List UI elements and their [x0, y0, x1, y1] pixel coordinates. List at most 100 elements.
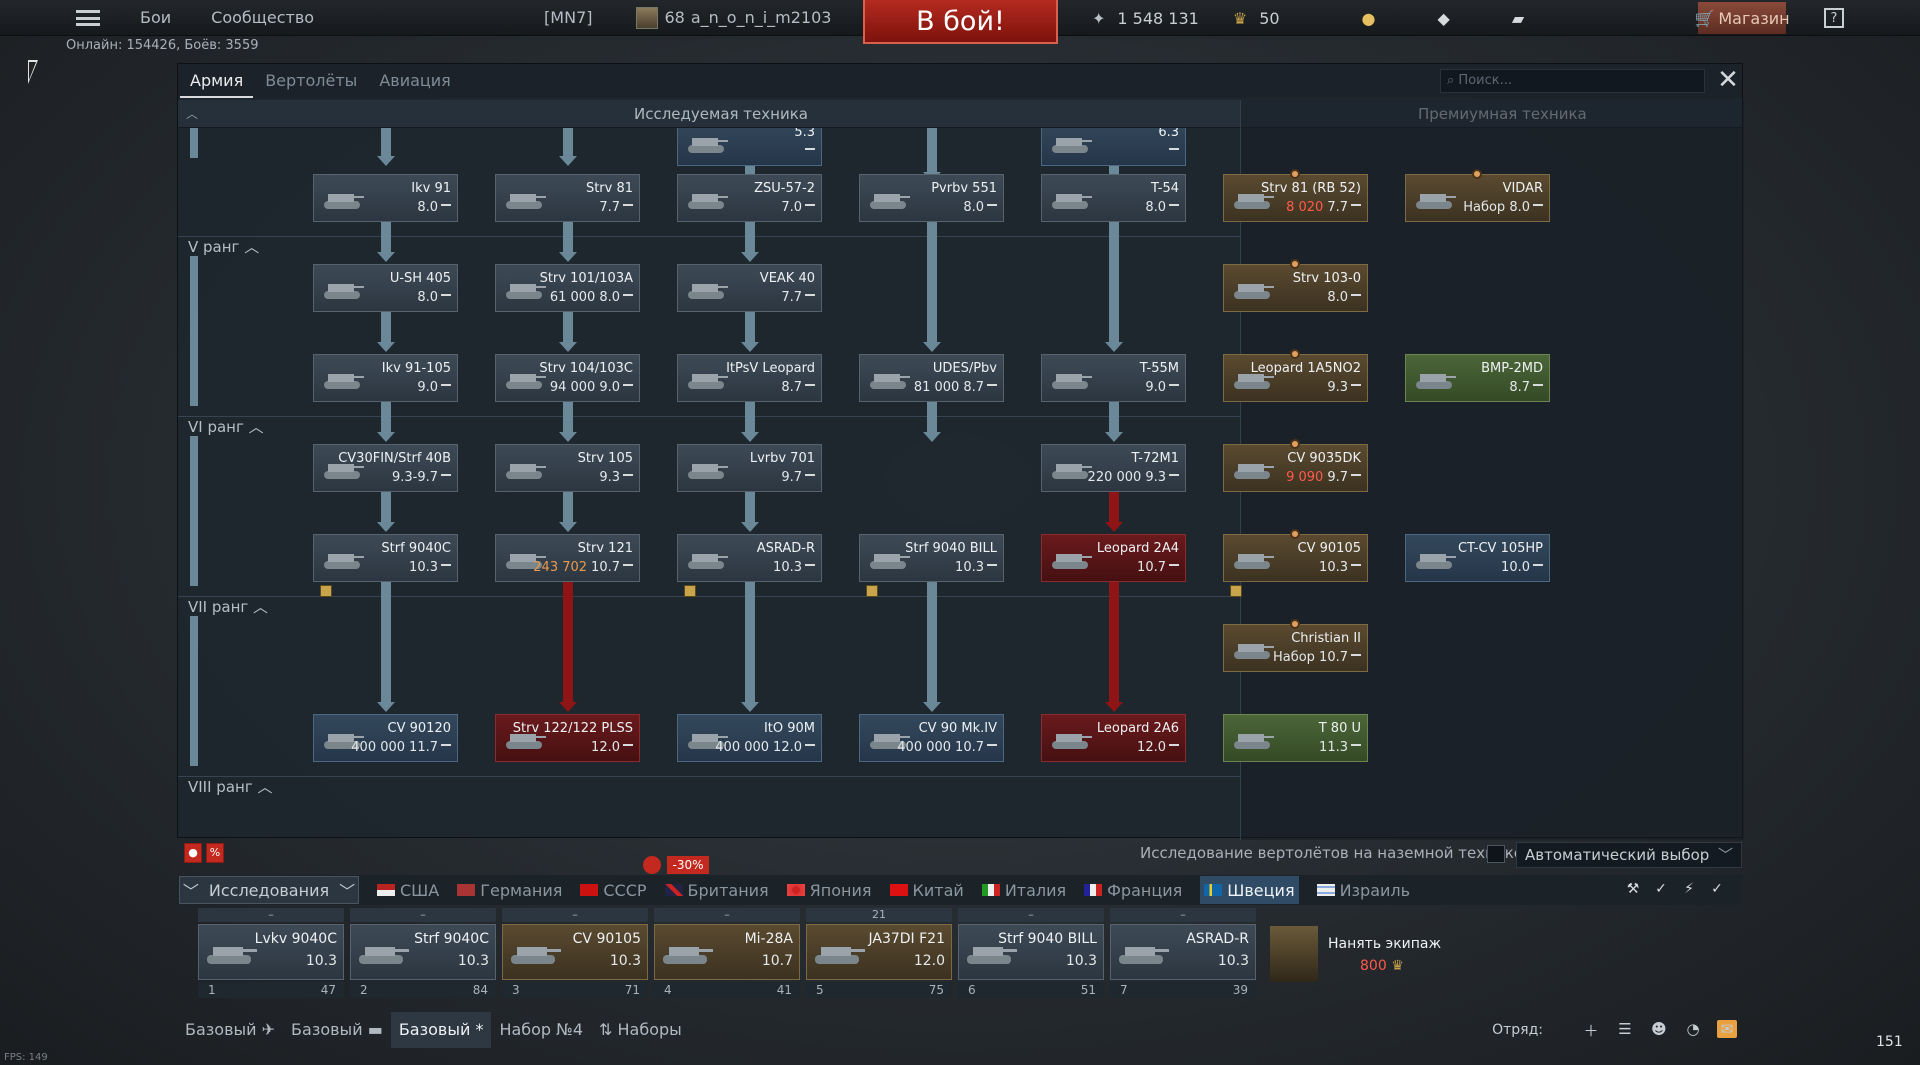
vehicle-card[interactable]: T-54 8.0 — [1041, 174, 1186, 222]
contacts-icon[interactable]: ☻ — [1649, 1020, 1669, 1038]
search-input[interactable]: ⌕ Поиск... — [1440, 69, 1705, 93]
vehicle-card[interactable]: VEAK 40 7.7 — [677, 264, 822, 312]
slot-vehicle[interactable]: Strf 9040C 10.3 — [350, 924, 496, 980]
vehicle-card[interactable]: Strv 81 (RB 52) 8 020 7.7 — [1223, 169, 1368, 222]
vehicle-card[interactable]: Strv 104/103C 94 000 9.0 — [495, 354, 640, 402]
repair-all-icon[interactable]: ⚡ — [1679, 881, 1699, 899]
presets-menu[interactable]: ⇅ Наборы — [591, 1012, 690, 1048]
slot-vehicle[interactable]: Strf 9040 BILL 10.3 — [958, 924, 1104, 980]
vehicle-card[interactable]: Lvrbv 701 9.7 — [677, 444, 822, 492]
vehicle-card[interactable]: Strv 105 9.3 — [495, 444, 640, 492]
check-icon[interactable]: ✓ — [1651, 881, 1671, 899]
vehicle-card[interactable]: T-72M1 220 000 9.3 — [1041, 444, 1186, 492]
list-icon[interactable]: ☰ — [1615, 1020, 1635, 1038]
wrench-icon[interactable]: ⚒ — [1623, 881, 1643, 899]
heli-research-checkbox[interactable] — [1487, 845, 1505, 863]
chat-icon[interactable]: ◔ — [1683, 1020, 1703, 1038]
preset-basic-active[interactable]: Базовый * — [390, 1012, 492, 1048]
vehicle-card[interactable]: CV 90 Mk.IV 400 000 10.7 — [859, 714, 1004, 762]
vehicle-card[interactable]: Ikv 91-105 9.0 — [313, 354, 458, 402]
check-icon[interactable]: ✓ — [1707, 881, 1727, 899]
vehicle-card[interactable]: ZSU-57-2 7.0 — [677, 174, 822, 222]
vehicle-card[interactable]: T 80 U 11.3 — [1223, 714, 1368, 762]
crew-slot[interactable]: – Strf 9040 BILL 10.3 6 51 — [958, 908, 1104, 1004]
close-icon[interactable]: ✕ — [1716, 67, 1740, 93]
vehicle-card[interactable]: CV 90120 400 000 11.7 — [313, 714, 458, 762]
auto-select-dropdown[interactable]: Автоматический выбор ﹀ — [1516, 842, 1742, 868]
tab-army[interactable]: Армия — [180, 64, 254, 98]
research-button[interactable]: ﹀ Исследования ﹀ — [179, 876, 359, 904]
vehicle-card[interactable]: 6.3 — [1041, 128, 1186, 166]
nation-france[interactable]: Франция — [1084, 881, 1182, 900]
crew-slot[interactable]: – Lvkv 9040C 10.3 1 47 — [198, 908, 344, 1004]
vehicle-card[interactable]: CV30FIN/Strf 40B 9.3-9.7 — [313, 444, 458, 492]
vehicle-card[interactable]: ItO 90M 400 000 12.0 — [677, 714, 822, 762]
vehicle-card[interactable]: Leopard 2A6 12.0 — [1041, 714, 1186, 762]
vehicle-card[interactable]: Strf 9040C 10.3 — [313, 534, 458, 597]
nation-japan[interactable]: Япония — [786, 881, 872, 900]
diamond-icon[interactable]: ◆ — [1438, 9, 1450, 28]
crew-slot[interactable]: – ASRAD-R 10.3 7 39 — [1110, 908, 1256, 1004]
vehicle-card[interactable]: CT-CV 105HP 10.0 — [1405, 534, 1550, 582]
nation-china[interactable]: Китай — [889, 881, 964, 900]
vehicle-card[interactable]: Leopard 1A5NO2 9.3 — [1223, 349, 1368, 402]
vehicle-card[interactable]: Strv 122/122 PLSS 12.0 — [495, 714, 640, 762]
discount-booster-icon[interactable]: % — [206, 843, 224, 863]
hamburger-menu-icon[interactable] — [76, 9, 100, 26]
nation-germany[interactable]: Германия — [457, 881, 562, 900]
collapse-up-icon[interactable]: ︿ — [186, 105, 202, 121]
vehicle-card[interactable]: Strf 9040 BILL 10.3 — [859, 534, 1004, 597]
squadron-tag[interactable]: [MN7] — [544, 8, 592, 27]
crew-slot[interactable]: – Mi-28A 10.7 4 41 — [654, 908, 800, 1004]
crew-slot[interactable]: – Strf 9040C 10.3 2 84 — [350, 908, 496, 1004]
nation-ussr[interactable]: СССР — [580, 881, 647, 900]
slot-vehicle[interactable]: CV 90105 10.3 — [502, 924, 648, 980]
to-battle-button[interactable]: В бой! — [863, 0, 1058, 44]
vehicle-card[interactable]: Leopard 2A4 10.7 — [1041, 534, 1186, 582]
vehicle-card[interactable]: 5.3 — [677, 128, 822, 166]
preset-basic-tank[interactable]: Базовый ▬ — [283, 1012, 391, 1048]
rank-label-viii[interactable]: VIII ранг ︿ — [188, 776, 272, 797]
player-profile[interactable]: 68 a_n_o_n_i_m2103 — [636, 6, 831, 29]
tab-helicopters[interactable]: Вертолёты — [255, 64, 367, 98]
preset-set-4[interactable]: Набор №4 — [491, 1012, 591, 1048]
vehicle-card[interactable]: Ikv 91 8.0 — [313, 174, 458, 222]
hire-crew-button[interactable]: Нанять экипаж 800 ♛ — [1270, 926, 1441, 982]
vehicle-card[interactable]: U-SH 405 8.0 — [313, 264, 458, 312]
crew-slot[interactable]: – CV 90105 10.3 3 71 — [502, 908, 648, 1004]
rank-label-vii[interactable]: VII ранг ︿ — [188, 596, 268, 617]
booster-icon[interactable]: ● — [184, 843, 202, 863]
vehicle-card[interactable]: ASRAD-R 10.3 — [677, 534, 822, 597]
slot-vehicle[interactable]: JA37DI F21 12.0 — [806, 924, 952, 980]
vehicle-card[interactable]: Strv 121 243 702 10.7 — [495, 534, 640, 582]
booster-icons[interactable]: ● % — [184, 843, 224, 863]
mail-icon[interactable]: ✉ — [1717, 1020, 1737, 1038]
vehicle-card[interactable]: Strv 101/103A 61 000 8.0 — [495, 264, 640, 312]
community-menu[interactable]: Сообщество — [211, 8, 314, 27]
nation-britain[interactable]: Британия — [664, 881, 769, 900]
shop-button[interactable]: 🛒 Магазин — [1694, 2, 1790, 34]
vehicle-card[interactable]: T-55M 9.0 — [1041, 354, 1186, 402]
crew-slot[interactable]: 21 JA37DI F21 12.0 5 75 — [806, 908, 952, 1004]
vehicle-card[interactable]: BMP-2MD 8.7 — [1405, 354, 1550, 402]
nation-israel[interactable]: Израиль — [1316, 881, 1410, 900]
vehicle-card[interactable]: Strv 81 7.7 — [495, 174, 640, 222]
rank-label-v[interactable]: V ранг ︿ — [188, 236, 259, 257]
vehicle-card[interactable]: CV 90105 10.3 — [1223, 529, 1368, 597]
help-button[interactable]: ? — [1824, 8, 1844, 28]
vehicle-card[interactable]: Pvrbv 551 8.0 — [859, 174, 1004, 222]
vehicle-card[interactable]: Strv 103-0 8.0 — [1223, 259, 1368, 312]
battles-menu[interactable]: Бои — [140, 8, 171, 27]
tab-aviation[interactable]: Авиация — [369, 64, 461, 98]
add-squad-icon[interactable]: ＋ — [1581, 1020, 1601, 1040]
slot-vehicle[interactable]: Lvkv 9040C 10.3 — [198, 924, 344, 980]
vehicle-card[interactable]: ItPsV Leopard 8.7 — [677, 354, 822, 402]
vehicle-card[interactable]: UDES/Pbv 81 000 8.7 — [859, 354, 1004, 402]
nation-usa[interactable]: США — [377, 881, 439, 900]
vehicle-card[interactable]: Christian II Набор 10.7 — [1223, 619, 1368, 672]
nation-sweden[interactable]: Швеция — [1200, 876, 1299, 904]
vehicle-card[interactable]: CV 9035DK 9 090 9.7 — [1223, 439, 1368, 492]
preset-basic-plane[interactable]: Базовый ✈ — [177, 1012, 283, 1048]
rank-label-vi[interactable]: VI ранг ︿ — [188, 416, 264, 437]
slot-vehicle[interactable]: Mi-28A 10.7 — [654, 924, 800, 980]
